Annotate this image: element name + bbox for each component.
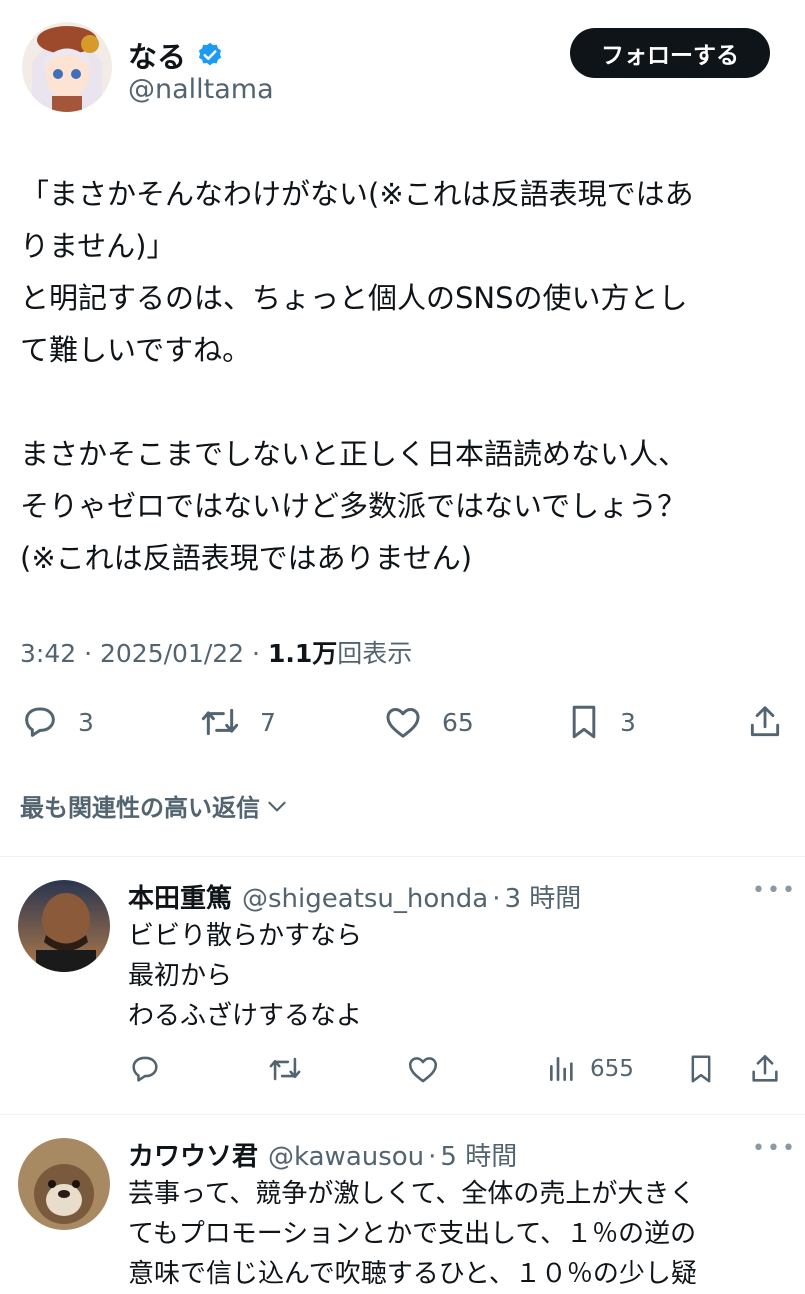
chevron-down-icon [264, 793, 290, 819]
tweet-line: (※これは反語表現ではありません) [20, 541, 473, 575]
like-button[interactable]: 65 [382, 700, 474, 744]
reply-button[interactable]: 3 [20, 700, 94, 744]
more-icon[interactable]: ••• [752, 878, 797, 903]
bookmark-button[interactable]: 3 [566, 700, 636, 744]
reply-avatar[interactable] [18, 1138, 110, 1230]
tweet-line: と明記するのは、ちょっと個人のSNSの使い方とし [20, 281, 688, 315]
reply-line: 芸事って、競争が激しくて、全体の売上が大きく [128, 1179, 696, 1209]
reply-avatar[interactable] [18, 880, 110, 972]
tweet-line: りません)」 [20, 229, 176, 263]
retweet-icon [266, 1052, 304, 1086]
tweet-text: 「まさかそんなわけがない(※これは反語表現ではあ りません)」 と明記するのは、… [20, 168, 790, 584]
meta-separator: · [492, 884, 501, 914]
like-icon [382, 702, 424, 742]
divider [0, 1114, 805, 1115]
verified-badge-icon [196, 41, 224, 69]
bookmark-count: 3 [620, 707, 636, 737]
tweet-line: まさかそこまでしないと正しく日本語読めない人、 [20, 437, 688, 471]
author-name[interactable]: なる [128, 34, 186, 76]
reply-author-handle[interactable]: @shigeatsu_honda [242, 884, 488, 914]
reply-author-name[interactable]: カワウソ君 [128, 1136, 258, 1173]
reply-line: 最初から [128, 961, 233, 991]
like-count: 65 [442, 707, 474, 737]
reply-bookmark-button[interactable] [686, 1052, 716, 1086]
more-icon[interactable]: ••• [752, 1136, 797, 1161]
reply-reply-button[interactable] [128, 1052, 162, 1086]
divider [0, 856, 805, 857]
tweet-meta: 3:42 · 2025/01/22 · 1.1万回表示 [20, 634, 412, 670]
bookmark-icon [686, 1052, 716, 1086]
reply-icon [128, 1052, 162, 1086]
meta-separator: · [84, 639, 93, 668]
related-replies-label: 最も関連性の高い返信 [20, 794, 260, 822]
tweet-line: て難しいですね。 [20, 333, 252, 367]
reply-author-name[interactable]: 本田重篤 [128, 878, 232, 915]
reply-like-button[interactable] [405, 1052, 441, 1086]
reply-text: ビビり散らかすなら 最初から わるふざけするなよ [128, 916, 778, 1036]
reply-time[interactable]: 5 時間 [440, 1136, 517, 1173]
share-icon [748, 1052, 782, 1086]
reply-text: 芸事って、競争が激しくて、全体の売上が大きく てもプロモーションとかで支出して、… [128, 1174, 778, 1294]
related-replies-toggle[interactable]: 最も関連性の高い返信 [20, 788, 290, 823]
retweet-button[interactable]: 7 [198, 700, 276, 744]
reply-views-button[interactable]: 655 [546, 1052, 634, 1086]
reply-line: てもプロモーションとかで支出して、１％の逆の [128, 1219, 697, 1249]
tweet-date[interactable]: 2025/01/22 [100, 639, 244, 668]
views-count: 1.1万 [267, 639, 338, 668]
reply-share-button[interactable] [748, 1052, 782, 1086]
reply-views-count: 655 [590, 1056, 634, 1082]
follow-button[interactable]: フォローする [570, 28, 770, 78]
tweet-time[interactable]: 3:42 [20, 639, 76, 668]
meta-separator: · [252, 639, 260, 668]
retweet-count: 7 [260, 707, 276, 737]
reply-line: ビビり散らかすなら [128, 921, 363, 951]
bookmark-icon [566, 702, 602, 742]
share-button[interactable] [746, 700, 784, 744]
like-icon [405, 1052, 441, 1086]
reply-count: 3 [78, 707, 94, 737]
share-icon [746, 702, 784, 742]
author-handle[interactable]: @nalltama [128, 74, 274, 105]
retweet-icon [198, 702, 242, 742]
tweet-line: そりゃゼロではないけど多数派ではないでしょう？ [20, 489, 687, 523]
tweet-line: 「まさかそんなわけがない(※これは反語表現ではあ [20, 177, 694, 211]
reply-retweet-button[interactable] [266, 1052, 304, 1086]
reply-time[interactable]: 3 時間 [504, 878, 581, 915]
views-icon [546, 1052, 578, 1086]
author-avatar[interactable] [22, 22, 112, 112]
reply-line: わるふざけするなよ [128, 1001, 363, 1031]
reply-line: 意味で信じ込んで吹聴するひと、１０％の少し疑 [128, 1259, 697, 1289]
reply-author-handle[interactable]: @kawausou [268, 1142, 424, 1172]
views-label: 回表示 [337, 639, 413, 668]
reply-icon [20, 702, 60, 742]
meta-separator: · [428, 1142, 437, 1172]
